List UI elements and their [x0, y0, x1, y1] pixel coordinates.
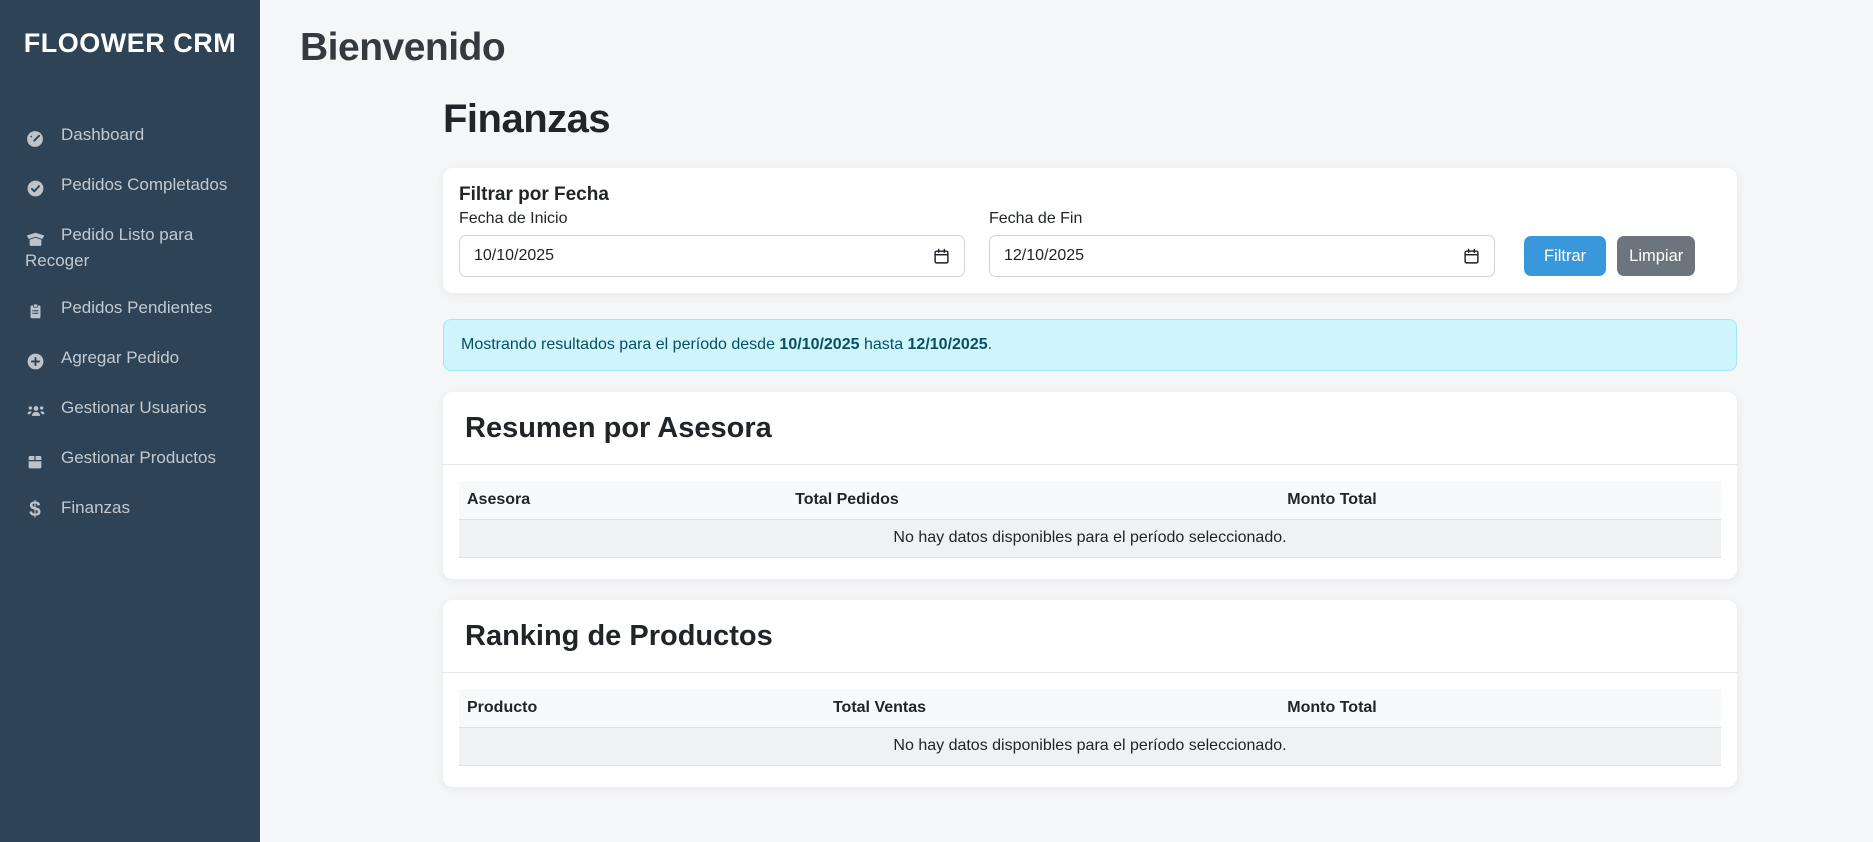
- column-header-total-pedidos: Total Pedidos: [787, 481, 1279, 520]
- limpiar-button[interactable]: Limpiar: [1617, 236, 1695, 276]
- app-title: FLOOWER CRM: [0, 0, 260, 59]
- sidebar-item-label: Finanzas: [61, 498, 130, 517]
- alert-text: .: [988, 336, 992, 353]
- alert-text: Mostrando resultados para el período des…: [461, 336, 779, 353]
- finanzas-section: Finanzas Filtrar por Fecha Fecha de Inic…: [443, 97, 1737, 787]
- sidebar-item-label: Agregar Pedido: [61, 348, 179, 367]
- sidebar-item-label: Pedidos Completados: [61, 175, 227, 194]
- plus-circle-icon: [25, 349, 45, 372]
- sidebar-nav: Dashboard Pedidos Completados Pedido Lis…: [0, 111, 260, 533]
- end-date-input-wrapper: [989, 235, 1495, 277]
- sidebar-item-agregar-pedido[interactable]: Agregar Pedido: [0, 334, 260, 384]
- sidebar-item-pedidos-completados[interactable]: Pedidos Completados: [0, 161, 260, 211]
- start-date-input[interactable]: [474, 247, 933, 265]
- start-date-field: Fecha de Inicio: [459, 210, 965, 277]
- sidebar-item-label: Gestionar Usuarios: [61, 398, 207, 417]
- sidebar-item-pedido-listo[interactable]: Pedido Listo para Recoger: [0, 211, 260, 284]
- ranking-table: Producto Total Ventas Monto Total No hay…: [459, 689, 1721, 766]
- sidebar-item-label: Pedido Listo para Recoger: [25, 225, 193, 270]
- results-alert: Mostrando resultados para el período des…: [443, 319, 1737, 371]
- dollar-icon: $: [25, 498, 45, 521]
- start-date-input-wrapper: [459, 235, 965, 277]
- main-content: Bienvenido Finanzas Filtrar por Fecha Fe…: [260, 0, 1873, 842]
- resumen-title: Resumen por Asesora: [465, 412, 1721, 445]
- column-header-asesora: Asesora: [459, 481, 787, 520]
- sidebar-item-label: Pedidos Pendientes: [61, 298, 212, 317]
- resumen-table: Asesora Total Pedidos Monto Total No hay…: [459, 481, 1721, 558]
- resumen-card-body: Asesora Total Pedidos Monto Total No hay…: [443, 465, 1737, 579]
- ranking-title: Ranking de Productos: [465, 620, 1721, 653]
- calendar-icon[interactable]: [933, 248, 950, 265]
- end-date-input[interactable]: [1004, 247, 1463, 265]
- sidebar-item-gestionar-productos[interactable]: Gestionar Productos: [0, 434, 260, 484]
- sidebar-item-gestionar-usuarios[interactable]: Gestionar Usuarios: [0, 384, 260, 434]
- filter-buttons: Filtrar Limpiar: [1524, 236, 1695, 277]
- page-title: Bienvenido: [300, 26, 1873, 70]
- calendar-icon[interactable]: [1463, 248, 1480, 265]
- table-header-row: Producto Total Ventas Monto Total: [459, 689, 1721, 728]
- filter-row: Fecha de Inicio Fecha de Fin: [459, 210, 1721, 277]
- ranking-card-header: Ranking de Productos: [443, 600, 1737, 673]
- ranking-card-body: Producto Total Ventas Monto Total No hay…: [443, 673, 1737, 787]
- end-date-field: Fecha de Fin: [989, 210, 1495, 277]
- resumen-card: Resumen por Asesora Asesora Total Pedido…: [443, 392, 1737, 579]
- sidebar: FLOOWER CRM Dashboard Pedidos Completado…: [0, 0, 260, 842]
- filter-title: Filtrar por Fecha: [459, 184, 1721, 206]
- alert-text: hasta: [860, 336, 908, 353]
- filtrar-button[interactable]: Filtrar: [1524, 236, 1606, 276]
- empty-row: No hay datos disponibles para el período…: [459, 728, 1721, 766]
- sidebar-item-finanzas[interactable]: $ Finanzas: [0, 484, 260, 533]
- box-icon: [25, 449, 45, 472]
- alert-start-date: 10/10/2025: [779, 336, 859, 353]
- sidebar-item-dashboard[interactable]: Dashboard: [0, 111, 260, 161]
- alert-end-date: 12/10/2025: [908, 336, 988, 353]
- resumen-card-header: Resumen por Asesora: [443, 392, 1737, 465]
- empty-message: No hay datos disponibles para el período…: [459, 520, 1721, 558]
- empty-message: No hay datos disponibles para el período…: [459, 728, 1721, 766]
- users-icon: [25, 399, 45, 422]
- clipboard-list-icon: [25, 299, 45, 322]
- column-header-total-ventas: Total Ventas: [825, 689, 1279, 728]
- gauge-icon: [25, 126, 45, 149]
- column-header-monto-total: Monto Total: [1279, 689, 1721, 728]
- check-circle-icon: [25, 176, 45, 199]
- column-header-monto-total: Monto Total: [1279, 481, 1721, 520]
- filter-card: Filtrar por Fecha Fecha de Inicio Fecha …: [443, 168, 1737, 293]
- sidebar-item-label: Dashboard: [61, 125, 144, 144]
- sidebar-item-label: Gestionar Productos: [61, 448, 216, 467]
- table-header-row: Asesora Total Pedidos Monto Total: [459, 481, 1721, 520]
- section-title: Finanzas: [443, 97, 1737, 142]
- empty-row: No hay datos disponibles para el período…: [459, 520, 1721, 558]
- box-open-icon: [25, 226, 45, 249]
- end-date-label: Fecha de Fin: [989, 210, 1495, 228]
- sidebar-item-pedidos-pendientes[interactable]: Pedidos Pendientes: [0, 284, 260, 334]
- start-date-label: Fecha de Inicio: [459, 210, 965, 228]
- ranking-card: Ranking de Productos Producto Total Vent…: [443, 600, 1737, 787]
- column-header-producto: Producto: [459, 689, 825, 728]
